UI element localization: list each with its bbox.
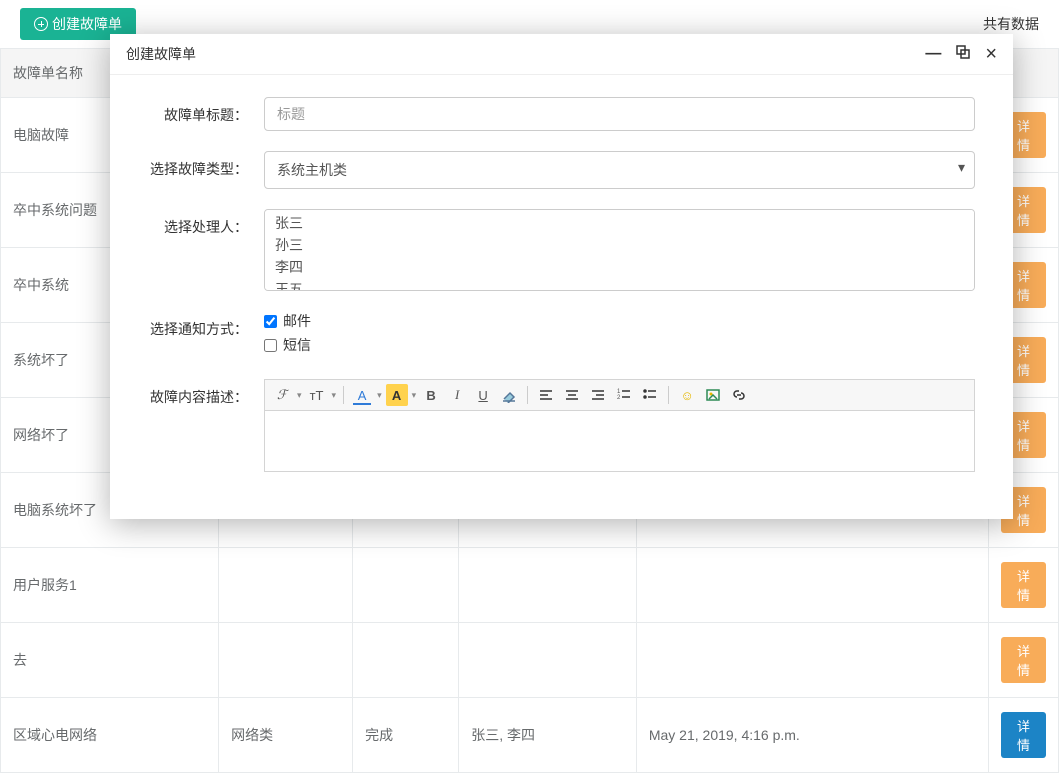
- notify-sms-checkbox[interactable]: [264, 339, 277, 352]
- label-title: 故障单标题：: [136, 97, 264, 131]
- notify-sms-row[interactable]: 短信: [264, 335, 975, 355]
- assignee-option[interactable]: 张三: [265, 212, 974, 234]
- modal-title: 创建故障单: [126, 44, 196, 64]
- link-icon[interactable]: [728, 384, 750, 406]
- assignee-listbox[interactable]: 张三孙三李四王五: [264, 209, 975, 291]
- table-row: 区域心电网络 网络类 完成 张三, 李四 May 21, 2019, 4:16 …: [1, 698, 1059, 773]
- modal-body: 故障单标题： 选择故障类型： 系统主机类 选择处理人：: [110, 75, 1013, 519]
- fault-type-select[interactable]: 系统主机类: [264, 151, 975, 189]
- assignee-option[interactable]: 王五: [265, 278, 974, 291]
- label-notify: 选择通知方式：: [136, 311, 264, 359]
- notify-email-label: 邮件: [283, 311, 311, 331]
- assignee-option[interactable]: 孙三: [265, 234, 974, 256]
- list-ordered-icon[interactable]: 12: [613, 384, 635, 406]
- svg-text:2: 2: [617, 395, 621, 401]
- detail-button[interactable]: 详情: [1001, 712, 1046, 758]
- align-center-icon[interactable]: [561, 384, 583, 406]
- label-content: 故障内容描述：: [136, 379, 264, 472]
- maximize-icon[interactable]: [955, 44, 971, 64]
- minimize-icon[interactable]: —: [925, 46, 941, 62]
- table-row: 去详情: [1, 623, 1059, 698]
- notify-sms-label: 短信: [283, 335, 311, 355]
- label-assignee: 选择处理人：: [136, 209, 264, 291]
- editor-toolbar: ℱ▾ ᴛT▾ A▾ A▾ B I U: [265, 380, 974, 411]
- underline-icon[interactable]: U: [472, 384, 494, 406]
- align-right-icon[interactable]: [587, 384, 609, 406]
- editor-content[interactable]: [265, 411, 974, 471]
- list-unordered-icon[interactable]: [639, 384, 661, 406]
- bold-icon[interactable]: B: [420, 384, 442, 406]
- detail-button[interactable]: 详情: [1001, 637, 1046, 683]
- close-icon[interactable]: ×: [985, 44, 997, 64]
- notify-email-row[interactable]: 邮件: [264, 311, 975, 331]
- detail-button[interactable]: 详情: [1001, 562, 1046, 608]
- label-type: 选择故障类型：: [136, 151, 264, 189]
- fontfamily-icon[interactable]: ℱ: [271, 384, 293, 406]
- align-left-icon[interactable]: [535, 384, 557, 406]
- italic-icon[interactable]: I: [446, 384, 468, 406]
- bgcolor-icon[interactable]: A: [386, 384, 408, 406]
- eraser-icon[interactable]: [498, 384, 520, 406]
- fault-title-input[interactable]: [264, 97, 975, 131]
- table-row: 用户服务1详情: [1, 548, 1059, 623]
- rich-text-editor: ℱ▾ ᴛT▾ A▾ A▾ B I U: [264, 379, 975, 472]
- fontsize-icon[interactable]: ᴛT: [306, 384, 328, 406]
- image-icon[interactable]: [702, 384, 724, 406]
- assignee-option[interactable]: 李四: [265, 256, 974, 278]
- modal-header: 创建故障单 — ×: [110, 34, 1013, 75]
- fontcolor-icon[interactable]: A: [351, 384, 373, 406]
- notify-email-checkbox[interactable]: [264, 315, 277, 328]
- emoji-icon[interactable]: ☺: [676, 384, 698, 406]
- create-fault-modal: 创建故障单 — × 故障单标题： 选择故障类型：: [110, 34, 1013, 519]
